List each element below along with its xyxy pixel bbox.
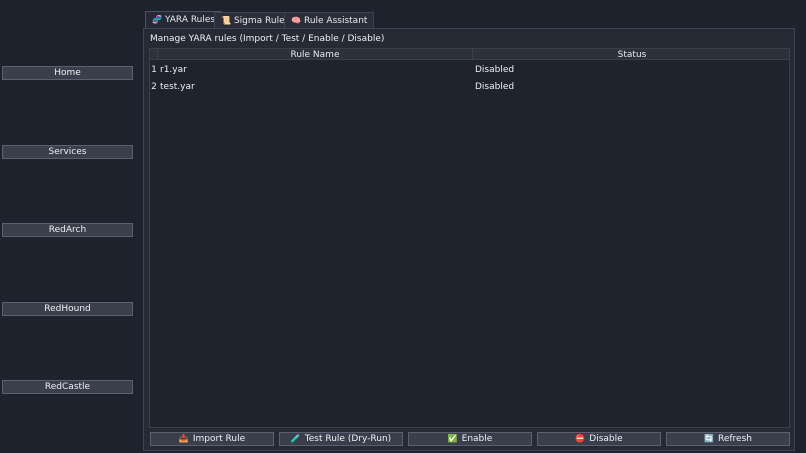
nav-button-home[interactable]: Home [2,66,133,80]
disable-button[interactable]: ⛔ Disable [537,432,661,446]
test-rule-button[interactable]: 🧪 Test Rule (Dry-Run) [279,432,403,446]
row-number: 1 [151,64,157,75]
nav-button-redhound[interactable]: RedHound [2,302,133,316]
tab-rule-assistant[interactable]: 🧠 Rule Assistant [284,12,375,28]
column-header-rule-name[interactable]: Rule Name [158,49,473,60]
dna-icon: 🧬 [152,15,162,24]
yara-rules-panel: Manage YARA rules (Import / Test / Enabl… [143,28,795,451]
table-header: Rule Name Status [150,49,789,60]
tab-label: Rule Assistant [303,15,368,26]
status-cell[interactable]: Disabled [475,78,514,95]
nav-button-services[interactable]: Services [2,145,133,159]
table-row[interactable]: 2 test.yar Disabled [150,78,789,95]
refresh-button[interactable]: 🔄 Refresh [666,432,790,446]
button-label: Refresh [717,434,752,444]
tab-yara-rules[interactable]: 🧬 YARA Rules [145,11,223,28]
rule-name-cell[interactable]: test.yar [160,78,195,95]
button-label: Disable [589,434,623,444]
rules-table[interactable]: Rule Name Status 1 r1.yar Disabled 2 tes… [149,48,790,428]
rule-name-cell[interactable]: r1.yar [160,61,187,78]
test-tube-icon: 🧪 [290,434,301,443]
enable-button[interactable]: ✅ Enable [408,432,532,446]
button-label: Enable [461,434,493,444]
import-rule-button[interactable]: 📥 Import Rule [150,432,274,446]
column-header-status[interactable]: Status [473,49,791,60]
button-label: Test Rule (Dry-Run) [304,434,392,444]
button-label: Import Rule [192,434,246,444]
refresh-icon: 🔄 [704,434,714,443]
nav-button-redcastle[interactable]: RedCastle [2,380,133,394]
check-mark-icon: ✅ [447,434,458,443]
tab-label: YARA Rules [164,15,216,25]
scroll-icon: 📜 [221,15,231,25]
row-number: 2 [151,81,157,92]
panel-title: Manage YARA rules (Import / Test / Enabl… [150,34,385,44]
row-number-header [150,49,158,60]
tab-label: Sigma Rules [233,15,290,26]
table-row[interactable]: 1 r1.yar Disabled [150,61,789,78]
nav-button-redarch[interactable]: RedArch [2,223,133,237]
no-entry-icon: ⛔ [575,434,586,443]
brain-icon: 🧠 [291,15,301,25]
status-cell[interactable]: Disabled [475,61,514,78]
inbox-tray-icon: 📥 [178,434,189,443]
app-window: Home Services RedArch RedHound RedCastle… [0,0,806,453]
